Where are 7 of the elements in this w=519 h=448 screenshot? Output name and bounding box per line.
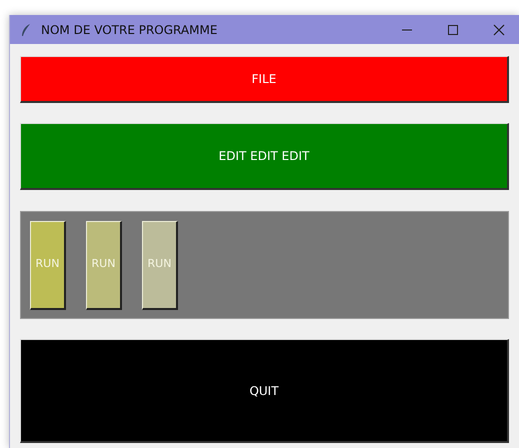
- file-button[interactable]: FILE: [20, 56, 509, 103]
- quit-button[interactable]: QUIT: [20, 339, 509, 443]
- edit-button[interactable]: EDIT EDIT EDIT: [20, 123, 509, 190]
- close-icon[interactable]: [493, 24, 505, 36]
- window-title: NOM DE VOTRE PROGRAMME: [41, 22, 218, 38]
- feather-icon: [20, 22, 32, 36]
- maximize-icon[interactable]: [447, 24, 459, 36]
